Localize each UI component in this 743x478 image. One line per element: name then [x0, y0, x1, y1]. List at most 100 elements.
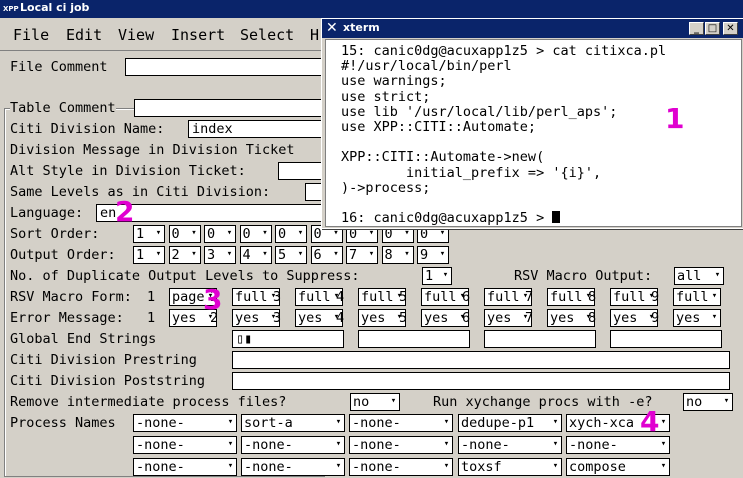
remove-intermediate-select[interactable]: no ▾ — [350, 393, 400, 411]
run-xychange-select[interactable]: no ▾ — [683, 393, 733, 411]
chevron-down-icon: ▾ — [442, 270, 449, 280]
chevron-down-icon: ▾ — [443, 461, 450, 471]
citi-division-name-input[interactable]: index — [188, 120, 324, 138]
xterm-title-bar[interactable]: ✕ xterm _ □ ✕ — [322, 19, 743, 38]
global-end-strings-input-3[interactable] — [484, 330, 596, 348]
process-name-select-r1c2-value: sort-a — [244, 415, 293, 431]
maximize-button[interactable]: □ — [705, 22, 720, 35]
division-message-label: Division Message in Division Ticket — [10, 142, 295, 158]
rsv-macro-form-select-6-value: full — [487, 289, 520, 305]
chevron-down-icon: ▾ — [390, 396, 397, 406]
prestring-input[interactable] — [232, 351, 730, 369]
table-comment-input[interactable] — [134, 99, 324, 117]
main-title-bar[interactable]: XPP Local ci job — [0, 0, 743, 18]
sort-order-select-2[interactable]: 0 ▾ — [168, 225, 201, 243]
output-order-select-5[interactable]: 5 ▾ — [275, 246, 307, 264]
output-order-select-1[interactable]: 1 ▾ — [133, 246, 165, 264]
process-name-select-r3c5[interactable]: compose ▾ — [566, 458, 670, 476]
process-name-select-r1c4[interactable]: dedupe-p1 ▾ — [458, 414, 562, 432]
citi-division-name-label: Citi Division Name: — [10, 121, 165, 137]
menu-file[interactable]: File — [13, 26, 49, 44]
process-name-select-r2c5[interactable]: -none- ▾ — [566, 436, 670, 454]
close-button[interactable]: ✕ — [723, 22, 738, 35]
output-order-select-8[interactable]: 8 ▾ — [381, 246, 414, 264]
global-end-strings-input-1[interactable]: ▯▮ — [232, 330, 344, 348]
dup-levels-select[interactable]: 1 ▾ — [422, 267, 452, 285]
file-comment-label: File Comment — [10, 59, 108, 75]
process-name-select-r2c3[interactable]: -none- ▾ — [349, 436, 453, 454]
x-logo-icon: ✕ — [326, 20, 338, 36]
rsv-macro-output-select[interactable]: all ▾ — [674, 267, 724, 285]
process-name-select-r3c4[interactable]: toxsf ▾ — [458, 458, 562, 476]
rsv-macro-form-num-6: 6 — [462, 289, 471, 305]
error-message-num-6: 6 — [462, 310, 471, 326]
menu-insert[interactable]: Insert — [171, 26, 225, 44]
output-order-select-9[interactable]: 9 ▾ — [417, 246, 449, 264]
output-order-select-4[interactable]: 4 ▾ — [239, 246, 272, 264]
rsv-macro-form-label: RSV Macro Form: — [10, 289, 132, 305]
rsv-macro-output-value: all — [677, 268, 702, 284]
terminal-line: 16: canic0dg@acuxapp1z5 > — [341, 210, 561, 226]
close-icon: ✕ — [726, 23, 735, 34]
process-name-select-r3c3[interactable]: -none- ▾ — [349, 458, 453, 476]
chevron-down-icon: ▾ — [155, 228, 162, 238]
process-name-select-r2c4[interactable]: -none- ▾ — [458, 436, 562, 454]
terminal-line: XPP::CITI::Automate->new( — [341, 149, 545, 166]
rsv-macro-form-num-3: 3 — [273, 289, 282, 305]
output-order-select-2-value: 2 — [171, 247, 180, 263]
rsv-macro-form-select-9-value: full — [676, 289, 709, 305]
minimize-icon: _ — [694, 23, 699, 34]
alt-style-input[interactable] — [278, 162, 324, 180]
maximize-icon: □ — [707, 23, 718, 34]
process-name-select-r1c3[interactable]: -none- ▾ — [349, 414, 453, 432]
file-comment-input[interactable] — [125, 58, 325, 76]
chevron-down-icon: ▾ — [368, 249, 375, 259]
process-name-select-r3c4-value: toxsf — [461, 459, 502, 475]
rsv-macro-output-label: RSV Macro Output: — [514, 268, 653, 284]
error-message-select-9[interactable]: yes ▾ — [673, 309, 721, 327]
chevron-down-icon: ▾ — [335, 461, 342, 471]
chevron-down-icon: ▾ — [660, 461, 667, 471]
process-name-select-r3c1[interactable]: -none- ▾ — [133, 458, 237, 476]
sort-order-select-4[interactable]: 0 ▾ — [239, 225, 272, 243]
process-name-select-r2c2[interactable]: -none- ▾ — [241, 436, 345, 454]
chevron-down-icon: ▾ — [711, 291, 718, 301]
remove-intermediate-label: Remove intermediate process files? — [10, 394, 287, 410]
rsv-macro-form-select-8-value: full — [613, 289, 646, 305]
sort-order-select-3-value: 0 — [207, 226, 216, 242]
output-order-select-3-value: 3 — [207, 247, 216, 263]
error-message-num-9: 9 — [651, 310, 660, 326]
process-name-select-r3c2[interactable]: -none- ▾ — [241, 458, 345, 476]
global-end-strings-input-4[interactable] — [610, 330, 722, 348]
menu-view[interactable]: View — [118, 26, 154, 44]
error-message-select-8-value: yes — [613, 310, 638, 326]
output-order-select-1-value: 1 — [136, 247, 145, 263]
process-name-select-r2c1[interactable]: -none- ▾ — [133, 436, 237, 454]
process-name-select-r1c1[interactable]: -none- ▾ — [133, 414, 237, 432]
sort-order-select-3[interactable]: 0 ▾ — [204, 225, 236, 243]
output-order-select-2[interactable]: 2 ▾ — [168, 246, 201, 264]
chevron-down-icon: ▾ — [552, 417, 559, 427]
sort-order-select-1[interactable]: 1 ▾ — [133, 225, 165, 243]
output-order-select-3[interactable]: 3 ▾ — [204, 246, 236, 264]
global-end-strings-input-2[interactable] — [358, 330, 470, 348]
poststring-input[interactable] — [232, 372, 730, 390]
output-order-select-6[interactable]: 6 ▾ — [310, 246, 343, 264]
process-name-select-r1c2[interactable]: sort-a ▾ — [241, 414, 345, 432]
output-order-select-7[interactable]: 7 ▾ — [346, 246, 378, 264]
window-title: Local ci job — [20, 1, 90, 14]
rsv-macro-form-num-5: 5 — [399, 289, 408, 305]
sort-order-select-5[interactable]: 0 ▾ — [275, 225, 307, 243]
alt-style-label: Alt Style in Division Ticket: — [10, 163, 246, 179]
minimize-button[interactable]: _ — [689, 22, 704, 35]
menu-select[interactable]: Select — [240, 26, 294, 44]
menu-edit[interactable]: Edit — [66, 26, 102, 44]
xterm-title: xterm — [343, 21, 380, 34]
menu-help[interactable]: H — [310, 26, 319, 44]
sort-order-select-2-value: 0 — [171, 226, 180, 242]
chevron-down-icon: ▾ — [723, 396, 730, 406]
output-order-select-8-value: 8 — [384, 247, 393, 263]
rsv-macro-form-select-9[interactable]: full ▾ — [673, 288, 721, 306]
terminal-line: use lib '/usr/local/lib/perl_aps'; — [341, 103, 618, 120]
terminal-line: use warnings; — [341, 73, 447, 90]
